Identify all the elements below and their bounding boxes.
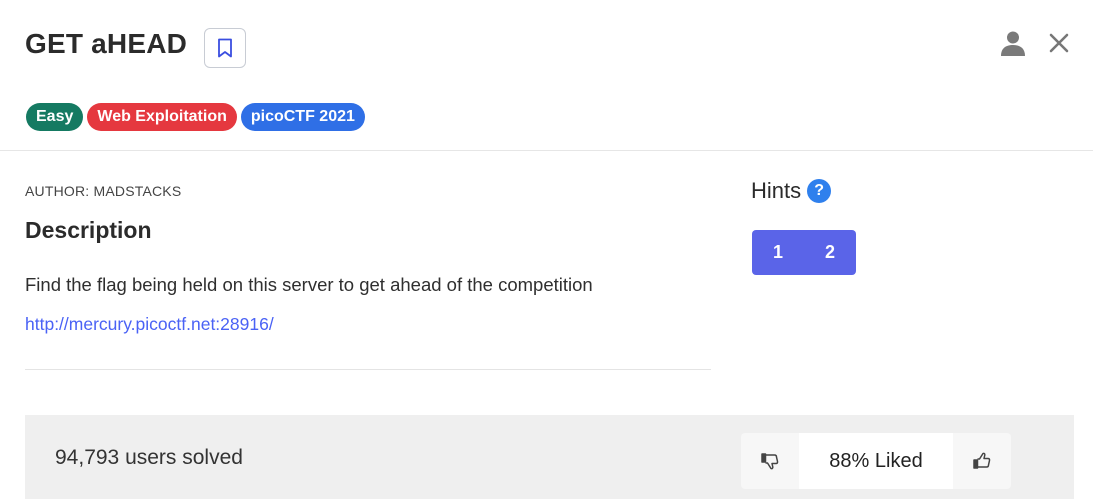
tag-list: Easy Web Exploitation picoCTF 2021 [26, 103, 365, 131]
description-heading: Description [25, 217, 152, 243]
event-badge[interactable]: picoCTF 2021 [240, 103, 365, 131]
difficulty-badge[interactable]: Easy [26, 103, 84, 131]
description-text: Find the flag being held on this server … [25, 274, 593, 295]
divider [25, 369, 711, 370]
liked-percentage: 88% Liked [799, 433, 953, 489]
hint-button-group: 1 2 [752, 230, 856, 275]
challenge-header: GET aHEAD Easy Web Exploitation picoCTF … [0, 0, 1093, 151]
category-badge[interactable]: Web Exploitation [87, 103, 237, 131]
bookmark-icon [218, 38, 232, 58]
close-icon[interactable] [1047, 31, 1071, 55]
hint-button-1[interactable]: 1 [752, 230, 804, 275]
thumbs-up-icon [973, 452, 991, 469]
bookmark-button[interactable] [204, 28, 246, 68]
question-circle-icon[interactable]: ? [807, 179, 832, 203]
thumbs-up-button[interactable] [953, 433, 1011, 489]
hints-heading: Hints ? [751, 178, 832, 204]
hint-button-2[interactable]: 2 [804, 230, 856, 275]
hints-heading-label: Hints [751, 178, 802, 203]
solved-count: 94,793 users solved [55, 446, 243, 469]
user-icon[interactable] [999, 29, 1027, 57]
challenge-title: GET aHEAD [25, 28, 188, 59]
author-label: AUTHOR: MADSTACKS [25, 183, 182, 199]
challenge-link[interactable]: http://mercury.picoctf.net:28916/ [25, 314, 274, 335]
rating-group: 88% Liked [741, 433, 1011, 489]
thumbs-down-button[interactable] [741, 433, 799, 489]
thumbs-down-icon [761, 453, 779, 470]
challenge-footer: 94,793 users solved 88% Liked [25, 415, 1074, 499]
